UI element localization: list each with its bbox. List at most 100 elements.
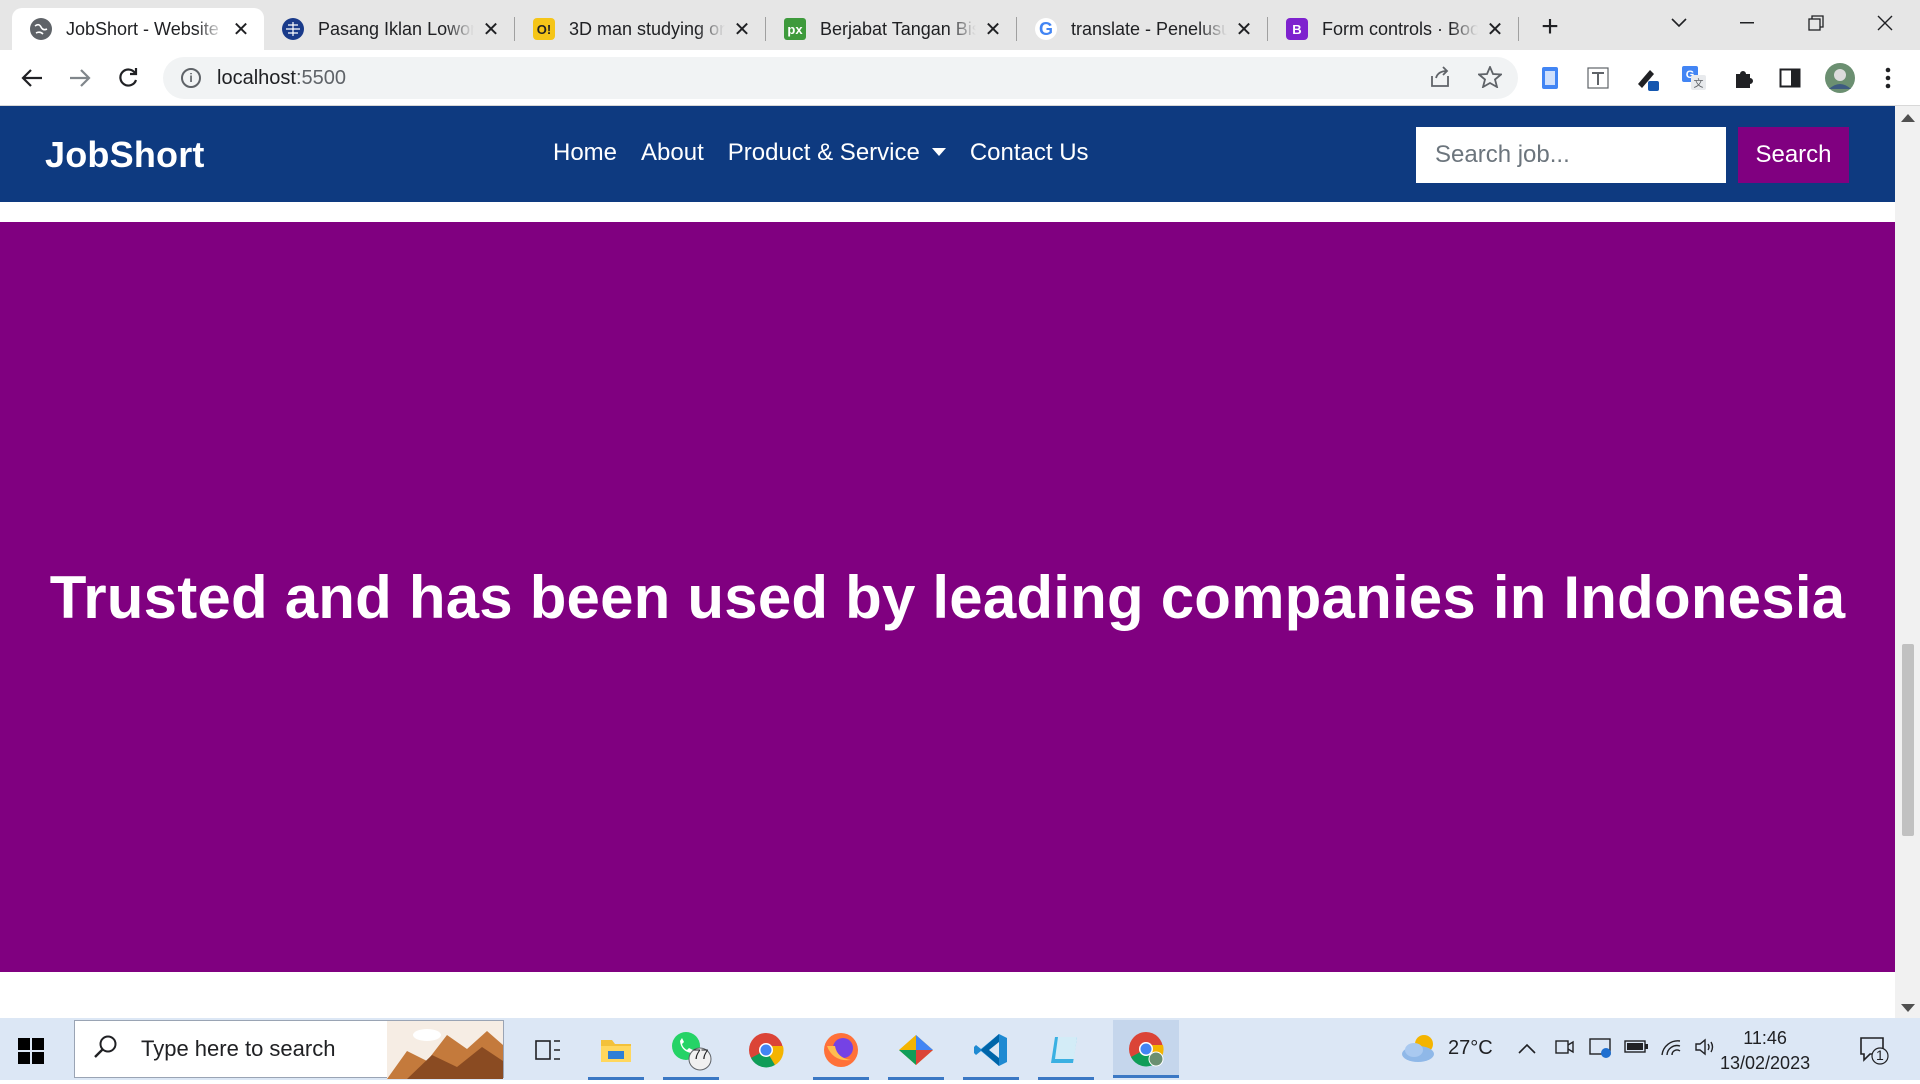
tab-jobshort[interactable]: JobShort - Website ✕ [12, 8, 264, 50]
tray-chevron-up-icon[interactable] [1518, 1037, 1536, 1060]
search-button[interactable]: Search [1738, 127, 1849, 183]
url-port: :5500 [295, 66, 346, 89]
weather-cloud-icon[interactable] [1400, 1032, 1440, 1069]
main-menu: Home About Product & Service Contact Us [553, 139, 1089, 167]
forward-arrow-icon[interactable] [62, 60, 98, 96]
whatsapp-badge: 77 [693, 1046, 709, 1062]
whatsapp-icon[interactable]: 77 [663, 1026, 719, 1080]
wifi-icon[interactable] [1660, 1037, 1682, 1063]
app-running-indicator [1113, 1075, 1179, 1078]
puzzle-extensions-icon[interactable] [1730, 64, 1758, 92]
tab-title: 3D man studying on [569, 18, 725, 39]
windows-taskbar: Type here to search 77 27°C 11:46 13/02/… [0, 1018, 1920, 1080]
close-tab-icon[interactable]: ✕ [482, 17, 500, 42]
taskbar-search-box[interactable]: Type here to search [74, 1020, 504, 1079]
hero-title: Trusted and has been used by leading com… [49, 563, 1846, 631]
notepad-icon[interactable] [1038, 1026, 1094, 1080]
page-scrollbar[interactable] [1895, 106, 1920, 1018]
close-window-icon[interactable] [1862, 6, 1908, 40]
screen-share-icon[interactable] [1588, 1037, 1612, 1065]
text-extension-icon[interactable] [1584, 64, 1612, 92]
weather-temperature[interactable]: 27°C [1448, 1037, 1493, 1060]
tab-form-controls[interactable]: B Form controls · Bootstrap ✕ [1268, 8, 1518, 50]
tab-strip: JobShort - Website ✕ Pasang Iklan Lowong… [0, 0, 1920, 50]
tab-berjabat-tangan[interactable]: px Berjabat Tangan Bisnis ✕ [766, 8, 1016, 50]
file-explorer-icon[interactable] [588, 1026, 644, 1080]
caret-down-icon [931, 147, 946, 156]
scrollbar-thumb[interactable] [1902, 644, 1914, 836]
search-icon [93, 1034, 119, 1065]
firefox-icon[interactable] [813, 1026, 869, 1080]
close-tab-icon[interactable]: ✕ [733, 17, 751, 42]
tab-divider [1518, 17, 1519, 41]
task-view-icon[interactable] [520, 1026, 576, 1074]
site-info-icon[interactable]: i [181, 68, 201, 88]
svg-text:文: 文 [1694, 77, 1704, 90]
address-bar[interactable]: i localhost:5500 [163, 57, 1518, 99]
close-tab-icon[interactable]: ✕ [1235, 17, 1253, 42]
close-tab-icon[interactable]: ✕ [984, 17, 1002, 42]
url-host: localhost [217, 66, 296, 89]
close-tab-icon[interactable]: ✕ [232, 17, 250, 42]
nav-contact[interactable]: Contact Us [970, 139, 1089, 167]
chrome-active-icon[interactable] [1113, 1020, 1179, 1078]
document-extension-icon[interactable] [1536, 64, 1564, 92]
notification-count: 1 [1876, 1047, 1884, 1063]
taskbar-search-placeholder: Type here to search [141, 1036, 336, 1061]
chrome-icon[interactable] [738, 1026, 794, 1074]
tab-title: translate - Penelusuran [1071, 18, 1227, 39]
battery-icon[interactable] [1624, 1037, 1650, 1061]
profile-avatar[interactable] [1824, 62, 1856, 94]
git-app-icon[interactable] [888, 1026, 944, 1080]
tab-3d-man[interactable]: O! 3D man studying on ✕ [515, 8, 765, 50]
share-icon[interactable] [1428, 66, 1452, 93]
globe-icon [30, 18, 52, 40]
tab-pasang-iklan[interactable]: Pasang Iklan Lowongan ✕ [264, 8, 514, 50]
address-actions [1428, 64, 1504, 93]
vscode-icon[interactable] [963, 1026, 1019, 1080]
tab-title: JobShort - Website [66, 18, 219, 39]
tab-translate[interactable]: G translate - Penelusuran ✕ [1017, 8, 1267, 50]
search-input[interactable] [1416, 127, 1726, 183]
tab-search-chevron-icon[interactable] [1656, 6, 1702, 40]
tab-title: Berjabat Tangan Bisnis [820, 18, 976, 39]
nav-home[interactable]: Home [553, 139, 617, 167]
browser-toolbar: i localhost:5500 G文 [0, 50, 1920, 106]
nav-product-service[interactable]: Product & Service [728, 139, 946, 167]
clock-date: 13/02/2023 [1720, 1053, 1811, 1073]
back-arrow-icon[interactable] [14, 60, 50, 96]
site-navbar: JobShort Home About Product & Service Co… [0, 106, 1895, 202]
restore-icon[interactable] [1793, 6, 1839, 40]
scroll-up-arrow-icon[interactable] [1901, 114, 1915, 122]
close-tab-icon[interactable]: ✕ [1486, 17, 1504, 42]
o-icon: O! [533, 18, 555, 40]
new-tab-button[interactable]: + [1532, 10, 1568, 46]
hero-section: Trusted and has been used by leading com… [0, 222, 1895, 972]
nav-about[interactable]: About [641, 139, 704, 167]
system-clock[interactable]: 11:46 13/02/2023 [1720, 1026, 1810, 1076]
minimize-icon[interactable] [1724, 6, 1770, 40]
search-highlight-illustration-icon [387, 1021, 503, 1084]
side-panel-icon[interactable] [1776, 64, 1804, 92]
pen-extension-icon[interactable] [1634, 64, 1662, 92]
jobsite-icon [282, 18, 304, 40]
volume-icon[interactable] [1694, 1037, 1716, 1063]
bookmark-star-icon[interactable] [1476, 64, 1504, 93]
page-viewport: JobShort Home About Product & Service Co… [0, 106, 1895, 1018]
google-icon: G [1035, 18, 1057, 40]
brand-logo[interactable]: JobShort [45, 134, 205, 176]
meet-now-icon[interactable] [1554, 1037, 1574, 1063]
nav-product-service-label: Product & Service [727, 139, 920, 166]
more-menu-icon[interactable] [1874, 64, 1902, 92]
notification-center-icon[interactable]: 1 [1858, 1034, 1890, 1071]
scroll-down-arrow-icon[interactable] [1901, 1004, 1915, 1012]
translate-extension-icon[interactable]: G文 [1680, 64, 1708, 92]
tab-title: Form controls · Bootstrap [1322, 18, 1478, 39]
clock-time: 11:46 [1743, 1028, 1787, 1048]
windows-start-icon[interactable] [18, 1038, 44, 1064]
reload-icon[interactable] [110, 60, 146, 96]
px-icon: px [784, 18, 806, 40]
tab-title: Pasang Iklan Lowongan [318, 18, 474, 39]
bootstrap-icon: B [1286, 18, 1308, 40]
address-url: localhost:5500 [217, 67, 346, 90]
